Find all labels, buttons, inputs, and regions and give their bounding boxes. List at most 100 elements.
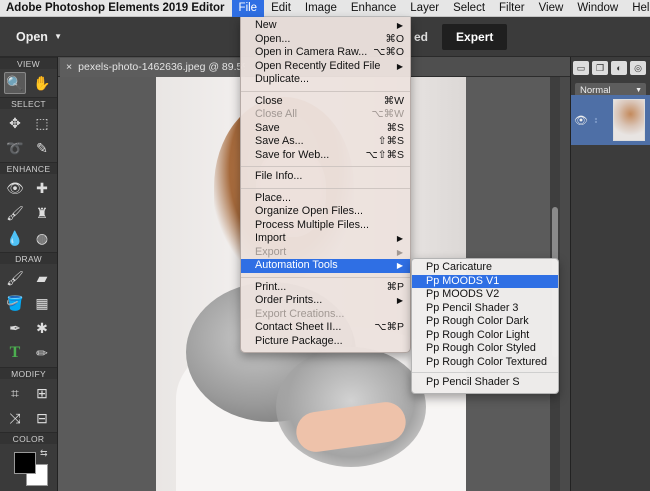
menu-item-open-recent[interactable]: Open Recently Edited File ▶ [241, 60, 410, 74]
mode-tabs: ed Expert [400, 17, 508, 57]
chevron-right-icon: ▶ [396, 234, 403, 243]
clone-stamp-tool-icon[interactable]: ♜ [31, 202, 53, 224]
recompose-tool-icon[interactable]: ⊞ [31, 382, 53, 404]
layers-panel: ▭ ❐ ◐ ◎ Normal ▼ 👁 ⦂ [570, 57, 650, 491]
chevron-right-icon: ▶ [396, 261, 403, 270]
foreground-color-swatch[interactable] [14, 452, 36, 474]
color-swatches: ⇆ [0, 444, 57, 491]
lasso-tool-icon[interactable]: ➰ [4, 137, 26, 159]
menu-separator [241, 166, 410, 167]
open-button[interactable]: Open ▼ [6, 25, 68, 48]
eyedropper-tool-icon[interactable]: ✒ [4, 317, 26, 339]
menu-filter[interactable]: Filter [492, 0, 532, 17]
submenu-item-rough-color-dark[interactable]: Pp Rough Color Dark [412, 315, 558, 329]
type-tool-icon[interactable]: T [4, 342, 26, 364]
section-enhance-header: ENHANCE [0, 162, 57, 174]
menu-item-file-info[interactable]: File Info... [241, 170, 410, 184]
menu-item-organize-open-files[interactable]: Organize Open Files... [241, 205, 410, 219]
spot-healing-tool-icon[interactable]: ✚ [31, 177, 53, 199]
sponge-tool-icon[interactable]: ◍ [31, 227, 53, 249]
menu-select[interactable]: Select [446, 0, 492, 17]
menu-bar: Adobe Photoshop Elements 2019 Editor Fil… [0, 0, 650, 17]
red-eye-tool-icon[interactable]: 👁 [4, 177, 26, 199]
section-select-header: SELECT [0, 97, 57, 109]
submenu-item-pencil-shader-3[interactable]: Pp Pencil Shader 3 [412, 302, 558, 316]
toolbox: VIEW 🔍 ✋ SELECT ✥ ⬚ ➰ ✎ ENHANCE 👁 ✚ 🖌 ♜ … [0, 57, 58, 491]
new-layer-icon[interactable]: ▭ [573, 61, 589, 75]
menu-item-duplicate[interactable]: Duplicate... [241, 73, 410, 87]
menu-file[interactable]: File [231, 0, 265, 17]
document-tab[interactable]: × pexels-photo-1462636.jpeg @ 89.5% (R [60, 58, 245, 77]
document-tab-label: pexels-photo-1462636.jpeg @ 89.5% (R [78, 61, 245, 73]
menu-view[interactable]: View [532, 0, 571, 17]
submenu-item-pencil-shader-s[interactable]: Pp Pencil Shader S [412, 376, 558, 390]
eye-icon[interactable]: 👁 [571, 114, 591, 127]
smart-brush-tool-icon[interactable]: 🖌 [4, 202, 26, 224]
gradient-tool-icon[interactable]: ▦ [31, 292, 53, 314]
menu-window[interactable]: Window [570, 0, 625, 17]
menu-item-new[interactable]: New ▶ [241, 19, 410, 33]
submenu-item-moods-v1[interactable]: Pp MOODS V1 [412, 274, 558, 288]
section-color-header: COLOR [0, 432, 57, 444]
menu-image[interactable]: Image [298, 0, 344, 17]
open-button-label: Open [16, 29, 48, 44]
menu-item-close[interactable]: Close ⌘W [241, 95, 410, 109]
crop-tool-icon[interactable]: ⌗ [4, 382, 26, 404]
menu-item-import[interactable]: Import ▶ [241, 232, 410, 246]
hand-tool-icon[interactable]: ✋ [31, 72, 53, 94]
chevron-right-icon: ▶ [396, 296, 403, 305]
menu-item-contact-sheet[interactable]: Contact Sheet II... ⌥⌘P [241, 321, 410, 335]
menu-item-export: Export ▶ [255, 245, 403, 258]
menu-item-place[interactable]: Place... [241, 192, 410, 206]
blur-tool-icon[interactable]: 💧 [4, 227, 26, 249]
menu-separator [241, 90, 410, 92]
menu-item-save-for-web[interactable]: Save for Web... ⌥⇧⌘S [241, 149, 410, 163]
submenu-item-caricature[interactable]: Pp Caricature [412, 261, 558, 275]
submenu-item-moods-v2[interactable]: Pp MOODS V2 [412, 288, 558, 302]
menu-separator [241, 187, 410, 189]
menu-enhance[interactable]: Enhance [344, 0, 403, 17]
brush-tool-icon[interactable]: 🖌 [4, 267, 26, 289]
menu-item-save[interactable]: Save ⌘S [241, 122, 410, 136]
marquee-tool-icon[interactable]: ⬚ [31, 112, 53, 134]
layer-mask-icon[interactable]: ◎ [630, 61, 646, 75]
menu-item-picture-package[interactable]: Picture Package... [241, 335, 410, 349]
adjustment-layer-icon[interactable]: ◐ [611, 61, 627, 75]
quick-selection-tool-icon[interactable]: ✎ [31, 137, 53, 159]
layer-thumbnail [613, 99, 645, 141]
paint-bucket-tool-icon[interactable]: 🪣 [4, 292, 26, 314]
submenu-item-rough-color-light[interactable]: Pp Rough Color Light [412, 329, 558, 343]
section-draw-header: DRAW [0, 252, 57, 264]
file-menu-dropdown: New ▶ Open... ⌘O Open in Camera Raw... ⌥⌘O … [240, 17, 411, 353]
move-tool-icon[interactable]: ✥ [4, 112, 26, 134]
zoom-tool-icon[interactable]: 🔍 [4, 72, 26, 94]
submenu-item-rough-color-styled[interactable]: Pp Rough Color Styled [412, 342, 558, 356]
menu-help[interactable]: Help [625, 0, 650, 17]
eraser-tool-icon[interactable]: ▰ [31, 267, 53, 289]
menu-edit[interactable]: Edit [264, 0, 298, 17]
custom-shape-tool-icon[interactable]: ✱ [31, 317, 53, 339]
menu-layer[interactable]: Layer [403, 0, 446, 17]
menu-item-order-prints[interactable]: Order Prints... ▶ [241, 294, 410, 308]
submenu-item-rough-color-textured[interactable]: Pp Rough Color Textured [412, 356, 558, 370]
tab-expert[interactable]: Expert [442, 24, 508, 50]
chevron-down-icon: ▼ [54, 32, 62, 41]
straighten-tool-icon[interactable]: ⊟ [31, 407, 53, 429]
content-aware-move-tool-icon[interactable]: ⤨ [4, 407, 26, 429]
menu-item-automation-tools[interactable]: Automation Tools ▶ [241, 259, 410, 273]
menu-item-print[interactable]: Print... ⌘P [241, 281, 410, 295]
menu-item-open-camera-raw[interactable]: Open in Camera Raw... ⌥⌘O [241, 46, 410, 60]
chevron-right-icon: ▶ [396, 61, 403, 71]
menu-item-process-multiple-files[interactable]: Process Multiple Files... [241, 219, 410, 233]
menu-item-open[interactable]: Open... ⌘O [241, 33, 410, 47]
close-icon[interactable]: × [66, 61, 72, 73]
app-name-menu[interactable]: Adobe Photoshop Elements 2019 Editor [2, 2, 232, 14]
link-icon[interactable]: ⦂ [591, 115, 601, 126]
pencil-tool-icon[interactable]: ✏ [31, 342, 53, 364]
swap-colors-icon[interactable]: ⇆ [40, 448, 48, 459]
chevron-right-icon: ▶ [396, 21, 403, 30]
menu-item-export-creations: Export Creations... [255, 307, 345, 320]
menu-item-save-as[interactable]: Save As... ⇧⌘S [241, 135, 410, 149]
layer-row[interactable]: 👁 ⦂ [571, 95, 650, 145]
new-group-icon[interactable]: ❐ [592, 61, 608, 75]
